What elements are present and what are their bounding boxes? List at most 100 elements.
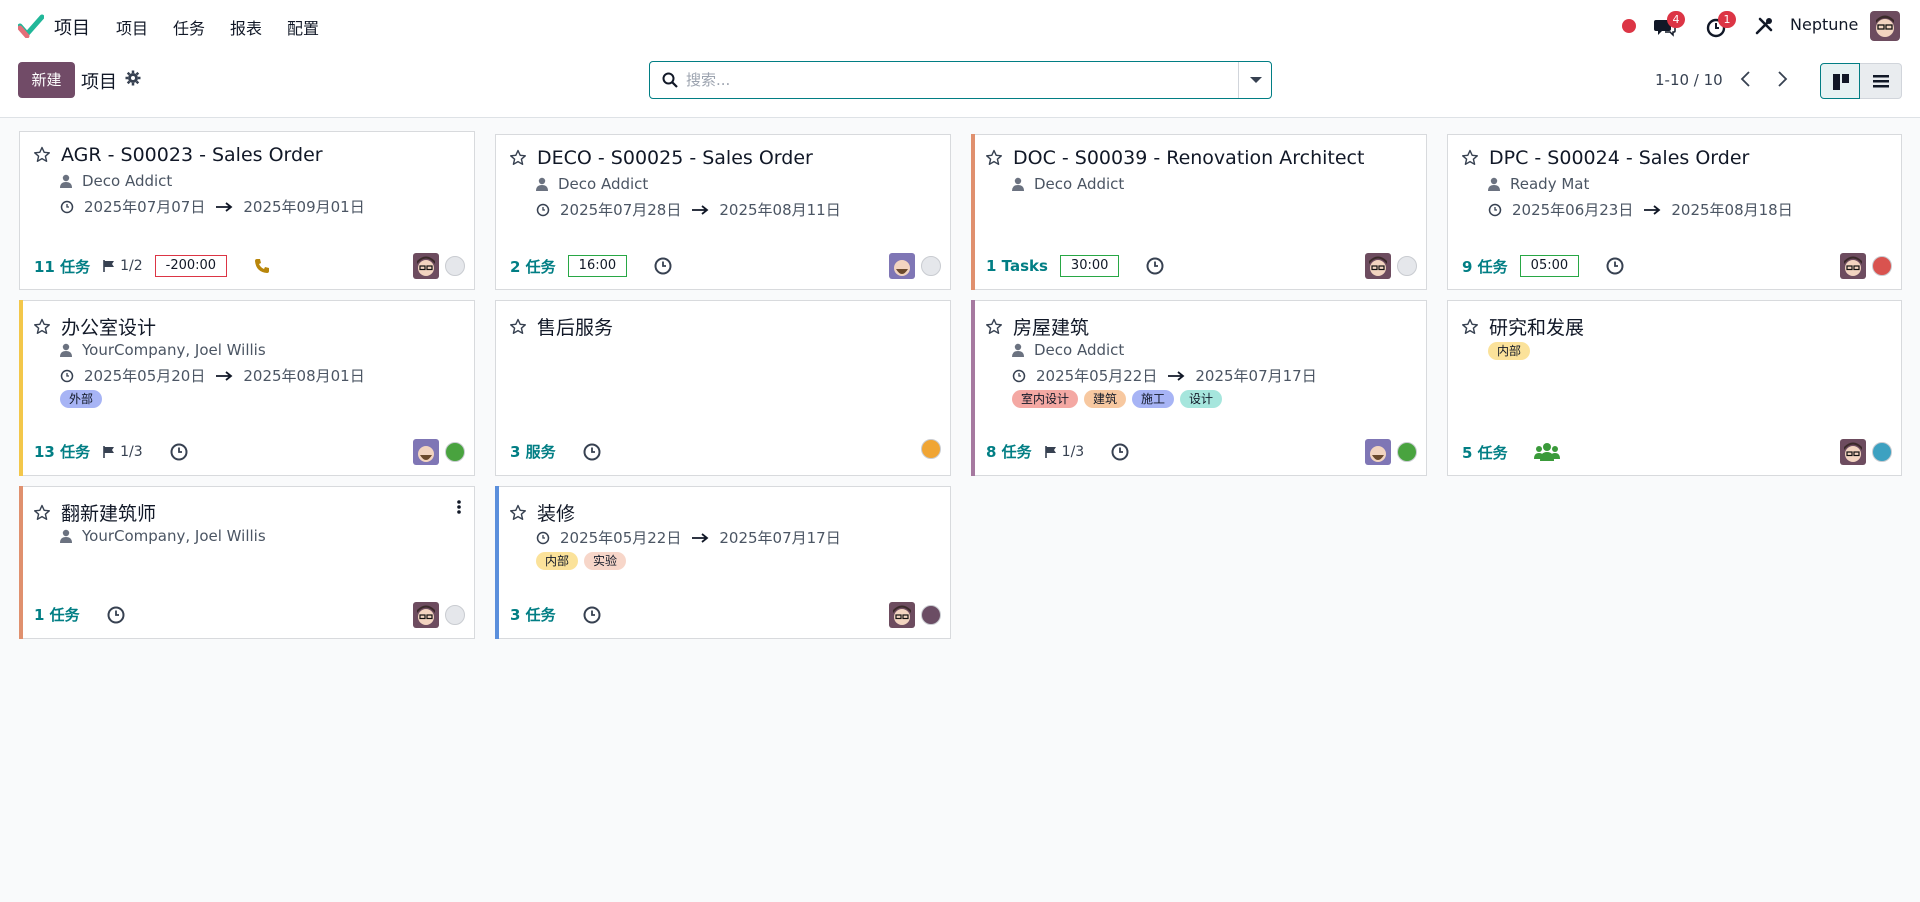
project-title[interactable]: 售后服务 xyxy=(537,313,613,340)
favorite-star-icon[interactable] xyxy=(985,318,1003,336)
tasks-count-link[interactable]: 11 任务 xyxy=(34,256,90,277)
project-title[interactable]: 翻新建筑师 xyxy=(61,499,156,526)
app-name[interactable]: 项目 xyxy=(54,14,90,40)
activity-clock-icon[interactable] xyxy=(1145,256,1165,276)
status-indicator[interactable] xyxy=(921,256,941,276)
project-card[interactable]: AGR - S00023 - Sales Order Deco Addict 202… xyxy=(19,131,475,290)
users-icon[interactable] xyxy=(1533,441,1560,463)
assignee-avatar[interactable] xyxy=(1840,439,1866,465)
activity-button[interactable] xyxy=(1110,442,1130,462)
project-title[interactable]: DOC - S00039 - Renovation Architect xyxy=(1013,147,1364,169)
activity-button[interactable] xyxy=(1605,256,1625,276)
activity-button[interactable] xyxy=(653,256,673,276)
status-indicator[interactable] xyxy=(445,442,465,462)
project-card[interactable]: DPC - S00024 - Sales Order Ready Mat 2025年… xyxy=(1447,134,1902,290)
assignee-avatar[interactable] xyxy=(1365,253,1391,279)
menu-item-projects[interactable]: 项目 xyxy=(116,15,148,39)
favorite-star-icon[interactable] xyxy=(33,318,51,336)
activity-clock-icon[interactable] xyxy=(106,605,126,625)
new-button[interactable]: 新建 xyxy=(18,62,75,98)
user-avatar[interactable] xyxy=(1870,11,1900,41)
status-indicator[interactable] xyxy=(445,605,465,625)
activity-clock-icon[interactable] xyxy=(169,442,189,462)
menu-item-reporting[interactable]: 报表 xyxy=(230,15,262,39)
activity-clock-icon[interactable] xyxy=(1110,442,1130,462)
customer-line: Deco Addict xyxy=(60,172,172,190)
activity-button[interactable] xyxy=(1533,441,1560,463)
activity-button[interactable] xyxy=(1145,256,1165,276)
menu-item-configuration[interactable]: 配置 xyxy=(287,15,319,39)
project-title[interactable]: DECO - S00025 - Sales Order xyxy=(537,147,813,169)
project-title[interactable]: 办公室设计 xyxy=(61,313,156,340)
menu-item-tasks[interactable]: 任务 xyxy=(173,15,205,39)
search-input[interactable] xyxy=(686,68,1246,92)
favorite-star-icon[interactable] xyxy=(509,149,527,167)
favorite-star-icon[interactable] xyxy=(33,146,51,164)
project-card[interactable]: 装修 2025年05月22日 2025年07月17日 内部 实验 3 任务 xyxy=(495,486,951,639)
status-indicator[interactable] xyxy=(445,256,465,276)
favorite-star-icon[interactable] xyxy=(33,504,51,522)
project-title[interactable]: 房屋建筑 xyxy=(1013,313,1089,340)
app-logo-icon[interactable] xyxy=(18,14,44,38)
pager-next-icon[interactable] xyxy=(1772,68,1792,90)
project-title[interactable]: AGR - S00023 - Sales Order xyxy=(61,144,323,166)
tasks-count-link[interactable]: 3 服务 xyxy=(510,441,556,462)
search-options-toggle[interactable] xyxy=(1238,62,1271,98)
assignee-avatar[interactable] xyxy=(1365,439,1391,465)
project-title[interactable]: 装修 xyxy=(537,499,575,526)
tasks-count-link[interactable]: 5 任务 xyxy=(1462,442,1508,463)
favorite-star-icon[interactable] xyxy=(1461,318,1479,336)
favorite-star-icon[interactable] xyxy=(985,149,1003,167)
activity-button[interactable] xyxy=(582,442,602,462)
card-menu-icon[interactable] xyxy=(456,499,462,515)
status-indicator[interactable] xyxy=(1872,256,1892,276)
project-card[interactable]: 售后服务 3 服务 xyxy=(495,300,951,476)
tasks-count-link[interactable]: 2 任务 xyxy=(510,256,556,277)
gear-icon[interactable] xyxy=(125,70,141,86)
assignee-avatar[interactable] xyxy=(413,253,439,279)
activity-clock-icon[interactable] xyxy=(653,256,673,276)
status-indicator[interactable] xyxy=(1397,256,1417,276)
project-card[interactable]: DECO - S00025 - Sales Order Deco Addict 20… xyxy=(495,134,951,290)
assignee-avatar[interactable] xyxy=(889,602,915,628)
tasks-count-link[interactable]: 1 任务 xyxy=(34,604,80,625)
user-name[interactable]: Neptune xyxy=(1790,15,1858,34)
project-card[interactable]: DOC - S00039 - Renovation Architect Deco … xyxy=(971,134,1427,290)
tasks-count-link[interactable]: 8 任务 xyxy=(986,441,1032,462)
status-indicator[interactable] xyxy=(921,605,941,625)
assignee-avatar[interactable] xyxy=(889,253,915,279)
status-indicator[interactable] xyxy=(921,439,941,459)
project-card[interactable]: 房屋建筑 Deco Addict 2025年05月22日 2025年07月17日 室内设… xyxy=(971,300,1427,476)
project-card[interactable]: 研究和发展 内部 5 任务 xyxy=(1447,300,1902,476)
assignee-avatar[interactable] xyxy=(413,602,439,628)
tasks-count-link[interactable]: 9 任务 xyxy=(1462,256,1508,277)
status-indicator[interactable] xyxy=(1397,442,1417,462)
activity-clock-icon[interactable] xyxy=(582,605,602,625)
debug-tools-icon[interactable] xyxy=(1754,16,1774,36)
activity-button[interactable] xyxy=(582,605,602,625)
list-view-button[interactable] xyxy=(1860,63,1902,99)
tasks-count-link[interactable]: 13 任务 xyxy=(34,441,90,462)
tasks-count-link[interactable]: 3 任务 xyxy=(510,604,556,625)
phone-icon[interactable] xyxy=(253,257,271,275)
presence-status-icon[interactable] xyxy=(1622,19,1636,33)
tasks-count-link[interactable]: 1 Tasks xyxy=(986,257,1048,275)
pager-previous-icon[interactable] xyxy=(1736,68,1756,90)
activity-clock-icon[interactable] xyxy=(1605,256,1625,276)
activity-clock-icon[interactable] xyxy=(582,442,602,462)
project-title[interactable]: 研究和发展 xyxy=(1489,313,1584,340)
favorite-star-icon[interactable] xyxy=(509,504,527,522)
activity-button[interactable] xyxy=(106,605,126,625)
favorite-star-icon[interactable] xyxy=(1461,149,1479,167)
assignee-avatar[interactable] xyxy=(413,439,439,465)
status-indicator[interactable] xyxy=(1872,442,1892,462)
pager-value[interactable]: 1-10 / 10 xyxy=(1655,71,1723,89)
favorite-star-icon[interactable] xyxy=(509,318,527,336)
activity-button[interactable] xyxy=(169,442,189,462)
project-card[interactable]: 翻新建筑师 YourCompany, Joel Willis 1 任务 xyxy=(19,486,475,639)
project-card[interactable]: 办公室设计 YourCompany, Joel Willis 2025年05月20日… xyxy=(19,300,475,476)
project-title[interactable]: DPC - S00024 - Sales Order xyxy=(1489,147,1749,169)
assignee-avatar[interactable] xyxy=(1840,253,1866,279)
kanban-view-button[interactable] xyxy=(1820,63,1860,99)
activity-button[interactable] xyxy=(253,257,271,275)
